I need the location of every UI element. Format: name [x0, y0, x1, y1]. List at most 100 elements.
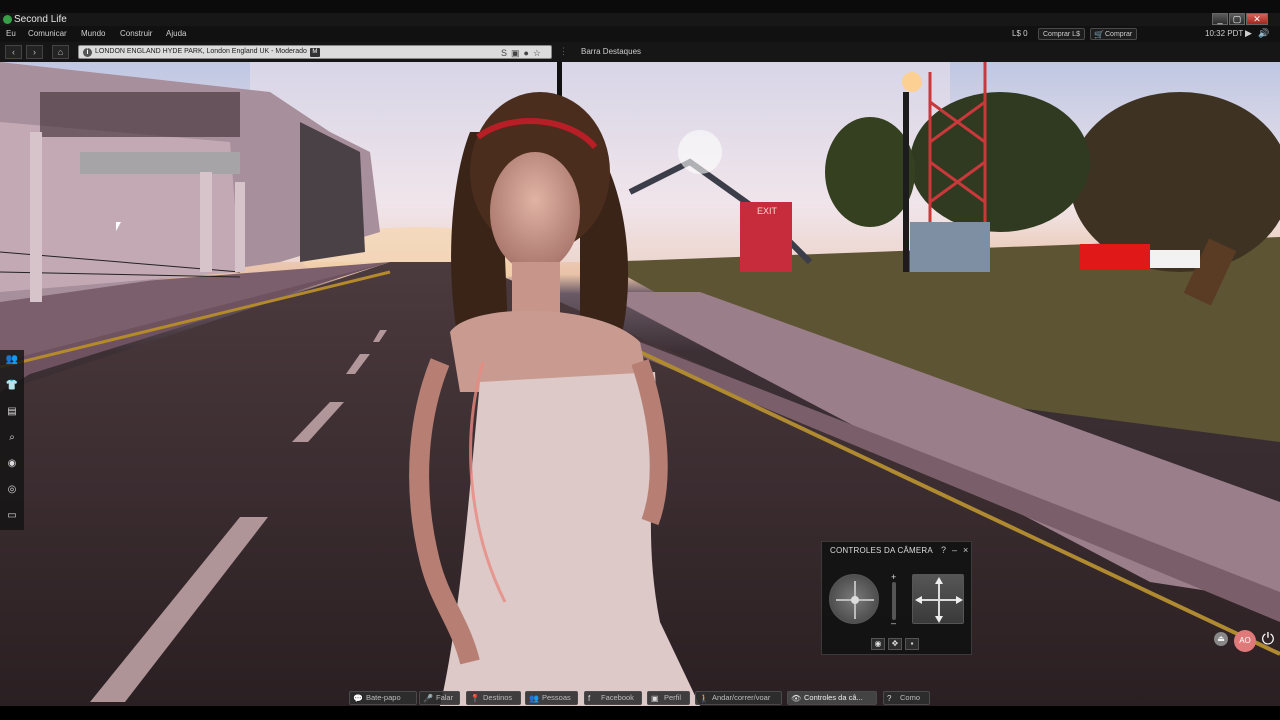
camera-panel-title: CONTROLES DA CÂMERA	[830, 546, 933, 555]
zoom-out-button[interactable]: –	[891, 618, 896, 628]
second-life-window: Second Life _ ▢ ✕ Eu Comunicar Mundo Con…	[0, 0, 1280, 720]
speak-button[interactable]: 🎤 Falar	[419, 691, 460, 705]
buy-label: Comprar	[1105, 31, 1133, 38]
cart-icon: 🛒	[1094, 30, 1104, 39]
close-button[interactable]: ✕	[1246, 13, 1268, 25]
chat-button[interactable]: 💬 Bate-papo	[349, 691, 417, 705]
maximize-button[interactable]: ▢	[1229, 13, 1245, 25]
snapshot-icon[interactable]: ▭	[4, 508, 20, 524]
camera-controls-label: Controles da câ...	[804, 693, 863, 702]
facebook-label: Facebook	[601, 693, 634, 702]
inventory-icon[interactable]: ▤	[4, 404, 20, 420]
move-icon: ✥	[891, 639, 899, 648]
info-icon[interactable]: i	[83, 48, 92, 57]
location-bar[interactable]: i LONDON ENGLAND HYDE PARK, London Engla…	[78, 45, 552, 59]
camera-mode-eye-button[interactable]: ◉	[871, 638, 885, 650]
chevron-left-icon: ‹	[12, 47, 15, 57]
people-icon[interactable]: 👥	[4, 352, 20, 368]
camera-controls-button[interactable]: 👁 Controles da câ...	[787, 691, 877, 705]
location-text: LONDON ENGLAND HYDE PARK, London England…	[95, 48, 307, 55]
maturity-badge: M	[309, 48, 320, 57]
speak-label: Falar	[436, 693, 454, 702]
play-media-icon[interactable]: ▶	[1245, 28, 1252, 39]
close-panel-button[interactable]: ×	[963, 545, 968, 555]
eye-icon: 👁	[791, 694, 802, 703]
search-icon[interactable]: ⌕	[4, 430, 20, 446]
search-dropdown-icon[interactable]: ⋮	[559, 46, 568, 57]
how-to-label: Como	[900, 693, 921, 702]
walk-label: Andar/correr/voar	[712, 693, 771, 702]
radar-icon[interactable]: ◎	[4, 482, 20, 498]
microphone-icon: 🎤	[423, 694, 433, 703]
pan-arrows-icon	[915, 577, 963, 623]
chat-label: Bate-papo	[366, 693, 401, 702]
forward-button[interactable]: ›	[26, 45, 43, 59]
volume-icon[interactable]: 🔊	[1258, 28, 1269, 39]
balance[interactable]: L$ 0	[1012, 29, 1028, 38]
minimize-panel-button[interactable]: –	[952, 545, 957, 555]
orbit-control[interactable]	[829, 574, 879, 624]
camera-mode-pan-button[interactable]: ✥	[888, 638, 902, 650]
mouse-cursor	[116, 222, 121, 231]
buy-button[interactable]: 🛒 Comprar	[1090, 28, 1138, 40]
zoom-slider[interactable]	[892, 582, 896, 620]
menu-bar: Eu Comunicar Mundo Construir Ajuda L$ 0 …	[0, 26, 1280, 42]
clock: 10:32 PDT	[1205, 29, 1244, 38]
window-title: Second Life	[14, 14, 67, 25]
favorites-bar[interactable]: Barra Destaques	[581, 47, 641, 56]
favorite-star-icon[interactable]: ☆	[533, 48, 545, 58]
back-button[interactable]: ‹	[5, 45, 22, 59]
exit-sign: EXIT	[757, 206, 778, 216]
destinations-icon: 📍	[470, 694, 480, 703]
menu-mundo[interactable]: Mundo	[81, 29, 105, 38]
world-viewport[interactable]: EXIT 👥 👕 ▤ ⌕ ◉ ◎ ▭ ⏏ AO ⏻	[0, 62, 1280, 706]
walk-icon: 🚶	[699, 694, 709, 703]
camera-mode-camera-button[interactable]: ▪	[905, 638, 919, 650]
people-button[interactable]: 👥 Pessoas	[525, 691, 578, 705]
pan-control[interactable]	[912, 574, 964, 624]
avatar-badge[interactable]: AO	[1234, 630, 1256, 652]
help-button[interactable]: ?	[941, 545, 946, 555]
title-bar: Second Life _ ▢ ✕	[0, 0, 1280, 26]
home-icon: ⌂	[57, 47, 64, 57]
no-build-icon: ▣	[510, 48, 524, 58]
orbit-arrows-icon	[836, 581, 874, 619]
second-life-icon	[3, 15, 12, 24]
destinations-button[interactable]: 📍 Destinos	[466, 691, 521, 705]
scene-render: EXIT	[0, 62, 1280, 706]
destinations-label: Destinos	[483, 693, 513, 702]
menu-ajuda[interactable]: Ajuda	[166, 29, 186, 38]
title-strip	[0, 13, 1280, 26]
menu-eu[interactable]: Eu	[6, 29, 16, 38]
bottom-strip	[0, 706, 1280, 720]
chevron-right-icon: ›	[33, 47, 36, 57]
menu-comunicar[interactable]: Comunicar	[28, 29, 67, 38]
camera-icon: ▪	[910, 639, 914, 648]
facebook-icon: f	[588, 694, 591, 703]
navigation-bar: ‹ › ⌂ i LONDON ENGLAND HYDE PARK, London…	[0, 42, 1280, 62]
profile-icon: ▣	[651, 694, 659, 703]
people-icon: 👥	[529, 694, 539, 703]
profile-button[interactable]: ▣ Perfil	[647, 691, 690, 705]
zoom-in-button[interactable]: +	[891, 572, 896, 582]
power-icon[interactable]: ⏻	[1258, 630, 1278, 650]
left-toolbar: 👥 👕 ▤ ⌕ ◉ ◎ ▭	[0, 350, 24, 530]
minimize-button[interactable]: _	[1212, 13, 1228, 25]
how-to-button[interactable]: ? Como	[883, 691, 930, 705]
chat-icon: 💬	[353, 694, 363, 703]
camera-controls-panel: CONTROLES DA CÂMERA ? – × + – ◉ ✥ ▪	[821, 541, 972, 655]
eject-icon[interactable]: ⏏	[1214, 632, 1228, 646]
profile-label: Perfil	[664, 693, 682, 702]
parcel-icons: S▣●☆	[501, 47, 545, 59]
no-push-icon: ●	[523, 48, 533, 58]
help-icon: ?	[887, 694, 892, 703]
appearance-icon[interactable]: 👕	[4, 378, 20, 394]
home-button[interactable]: ⌂	[52, 45, 69, 59]
menu-construir[interactable]: Construir	[120, 29, 152, 38]
buy-ls-button[interactable]: Comprar L$	[1038, 28, 1085, 40]
people-label: Pessoas	[542, 693, 571, 702]
places-icon[interactable]: ◉	[4, 456, 20, 472]
facebook-button[interactable]: f Facebook	[584, 691, 642, 705]
walk-run-fly-button[interactable]: 🚶 Andar/correr/voar	[695, 691, 782, 705]
no-scripts-icon: S	[500, 48, 511, 58]
